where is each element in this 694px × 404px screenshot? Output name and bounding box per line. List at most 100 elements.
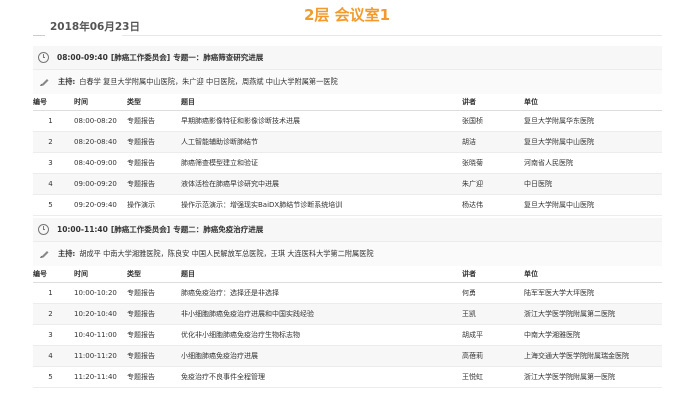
row-topic: 小细胞肺癌免疫治疗进展 — [175, 345, 456, 367]
chair-label: 主持: — [58, 249, 76, 258]
table-row: 1 08:00-08:20 专题报告 早期肺癌影像特征和影像诊断技术进展 张国桢… — [33, 110, 662, 132]
chair-names: 胡成平 中南大学湘雅医院，陈良安 中国人民解放军总医院，王琪 大连医科大学第二附… — [79, 249, 374, 258]
row-time: 10:40-11:00 — [68, 324, 121, 346]
row-time: 09:20-09:40 — [68, 194, 121, 216]
chair-row: 主持: 白春学 复旦大学附属中山医院，朱广迎 中日医院，周燕斌 中山大学附属第一… — [33, 70, 662, 94]
row-idx: 4 — [33, 173, 68, 195]
row-unit: 中南大学湘雅医院 — [518, 324, 662, 346]
row-idx: 5 — [33, 194, 68, 216]
col-header-unit: 单位 — [518, 266, 662, 283]
row-idx: 3 — [33, 152, 68, 174]
row-type: 专题报告 — [121, 366, 175, 388]
session-time: 08:00-09:40 — [57, 53, 108, 62]
col-header-topic: 题目 — [175, 94, 456, 111]
col-header-type: 类型 — [121, 266, 175, 283]
table-header-row: 编号 时间 类型 题目 讲者 单位 — [33, 94, 662, 111]
schedule-table: 编号 时间 类型 题目 讲者 单位 1 10:00-10:20 专题报告 肺癌免… — [33, 266, 662, 388]
row-topic: 肺癌免疫治疗：选择还是非选择 — [175, 282, 456, 304]
schedule-table: 编号 时间 类型 题目 讲者 单位 1 08:00-08:20 专题报告 早期肺… — [33, 94, 662, 216]
row-time: 08:20-08:40 — [68, 131, 121, 153]
row-idx: 2 — [33, 131, 68, 153]
row-unit: 浙江大学医学院附属第二医院 — [518, 303, 662, 325]
row-unit: 中日医院 — [518, 173, 662, 195]
row-unit: 上海交通大学医学院附属瑞金医院 — [518, 345, 662, 367]
row-topic: 人工智能辅助诊断肺结节 — [175, 131, 456, 153]
row-topic: 早期肺癌影像特征和影像诊断技术进展 — [175, 110, 456, 132]
row-speaker: 高蓓莉 — [456, 345, 518, 367]
row-unit: 复旦大学附属华东医院 — [518, 110, 662, 132]
col-header-time: 时间 — [68, 94, 121, 111]
chair-label: 主持: — [58, 77, 76, 86]
row-unit: 复旦大学附属中山医院 — [518, 131, 662, 153]
session-header: 08:00-09:40 [肺癌工作委员会] 专题一：肺癌筛查研究进展 — [33, 46, 662, 70]
session-topic: 专题二：肺癌免疫治疗进展 — [173, 225, 264, 234]
row-type: 操作演示 — [121, 194, 175, 216]
row-topic: 液体活检在肺癌早诊研究中进展 — [175, 173, 456, 195]
col-header-speaker: 讲者 — [456, 94, 518, 111]
pen-icon — [39, 249, 50, 259]
row-speaker: 张国桢 — [456, 110, 518, 132]
row-idx: 2 — [33, 303, 68, 325]
row-idx: 4 — [33, 345, 68, 367]
chair-names: 白春学 复旦大学附属中山医院，朱广迎 中日医院，周燕斌 中山大学附属第一医院 — [79, 77, 338, 86]
row-time: 09:00-09:20 — [68, 173, 121, 195]
table-row: 3 10:40-11:00 专题报告 优化非小细胞肺癌免疫治疗生物标志物 胡成平… — [33, 324, 662, 346]
row-speaker: 胡洁 — [456, 131, 518, 153]
table-row: 2 10:20-10:40 专题报告 非小细胞肺癌免疫治疗进展和中国实践经验 王… — [33, 303, 662, 325]
col-header-time: 时间 — [68, 266, 121, 283]
row-topic: 操作示范演示：增强现实BaiDX肺结节诊断系统培训 — [175, 194, 456, 216]
row-type: 专题报告 — [121, 303, 175, 325]
row-idx: 1 — [33, 282, 68, 304]
session-topic: 专题一：肺癌筛查研究进展 — [173, 53, 264, 62]
table-header-row: 编号 时间 类型 题目 讲者 单位 — [33, 266, 662, 283]
row-unit: 陆军军医大学大坪医院 — [518, 282, 662, 304]
row-speaker: 朱广迎 — [456, 173, 518, 195]
table-row: 5 09:20-09:40 操作演示 操作示范演示：增强现实BaiDX肺结节诊断… — [33, 194, 662, 216]
row-topic: 肺癌筛查模型建立和验证 — [175, 152, 456, 174]
row-topic: 免疫治疗不良事件全程管理 — [175, 366, 456, 388]
row-speaker: 何勇 — [456, 282, 518, 304]
row-idx: 5 — [33, 366, 68, 388]
row-speaker: 王悦虹 — [456, 366, 518, 388]
row-speaker: 杨达伟 — [456, 194, 518, 216]
row-type: 专题报告 — [121, 131, 175, 153]
col-header-topic: 题目 — [175, 266, 456, 283]
col-header-idx: 编号 — [33, 266, 68, 283]
table-row: 4 11:00-11:20 专题报告 小细胞肺癌免疫治疗进展 高蓓莉 上海交通大… — [33, 345, 662, 367]
table-row: 2 08:20-08:40 专题报告 人工智能辅助诊断肺结节 胡洁 复旦大学附属… — [33, 131, 662, 153]
col-header-unit: 单位 — [518, 94, 662, 111]
row-type: 专题报告 — [121, 173, 175, 195]
col-header-idx: 编号 — [33, 94, 68, 111]
row-topic: 非小细胞肺癌免疫治疗进展和中国实践经验 — [175, 303, 456, 325]
table-row: 1 10:00-10:20 专题报告 肺癌免疫治疗：选择还是非选择 何勇 陆军军… — [33, 282, 662, 304]
row-time: 08:00-08:20 — [68, 110, 121, 132]
clock-icon — [38, 224, 49, 235]
row-unit: 河南省人民医院 — [518, 152, 662, 174]
row-type: 专题报告 — [121, 152, 175, 174]
col-header-type: 类型 — [121, 94, 175, 111]
date-divider-right — [122, 35, 662, 36]
row-time: 11:00-11:20 — [68, 345, 121, 367]
row-speaker: 王凯 — [456, 303, 518, 325]
table-row: 4 09:00-09:20 专题报告 液体活检在肺癌早诊研究中进展 朱广迎 中日… — [33, 173, 662, 195]
date-divider-left — [33, 35, 45, 36]
session-header: 10:00-11:40 [肺癌工作委员会] 专题二：肺癌免疫治疗进展 — [33, 218, 662, 242]
row-unit: 复旦大学附属中山医院 — [518, 194, 662, 216]
chair-row: 主持: 胡成平 中南大学湘雅医院，陈良安 中国人民解放军总医院，王琪 大连医科大… — [33, 242, 662, 266]
pen-icon — [39, 77, 50, 87]
row-idx: 1 — [33, 110, 68, 132]
session-time: 10:00-11:40 — [57, 225, 108, 234]
col-header-speaker: 讲者 — [456, 266, 518, 283]
row-type: 专题报告 — [121, 324, 175, 346]
table-row: 5 11:20-11:40 专题报告 免疫治疗不良事件全程管理 王悦虹 浙江大学… — [33, 366, 662, 388]
row-type: 专题报告 — [121, 282, 175, 304]
row-speaker: 胡成平 — [456, 324, 518, 346]
clock-icon — [38, 52, 49, 63]
row-unit: 浙江大学医学院附属第一医院 — [518, 366, 662, 388]
session-committee: [肺癌工作委员会] — [110, 225, 171, 234]
session-block-1: 08:00-09:40 [肺癌工作委员会] 专题一：肺癌筛查研究进展 主持: 白… — [33, 46, 662, 216]
row-idx: 3 — [33, 324, 68, 346]
row-time: 08:40-09:00 — [68, 152, 121, 174]
row-time: 10:20-10:40 — [68, 303, 121, 325]
row-time: 10:00-10:20 — [68, 282, 121, 304]
